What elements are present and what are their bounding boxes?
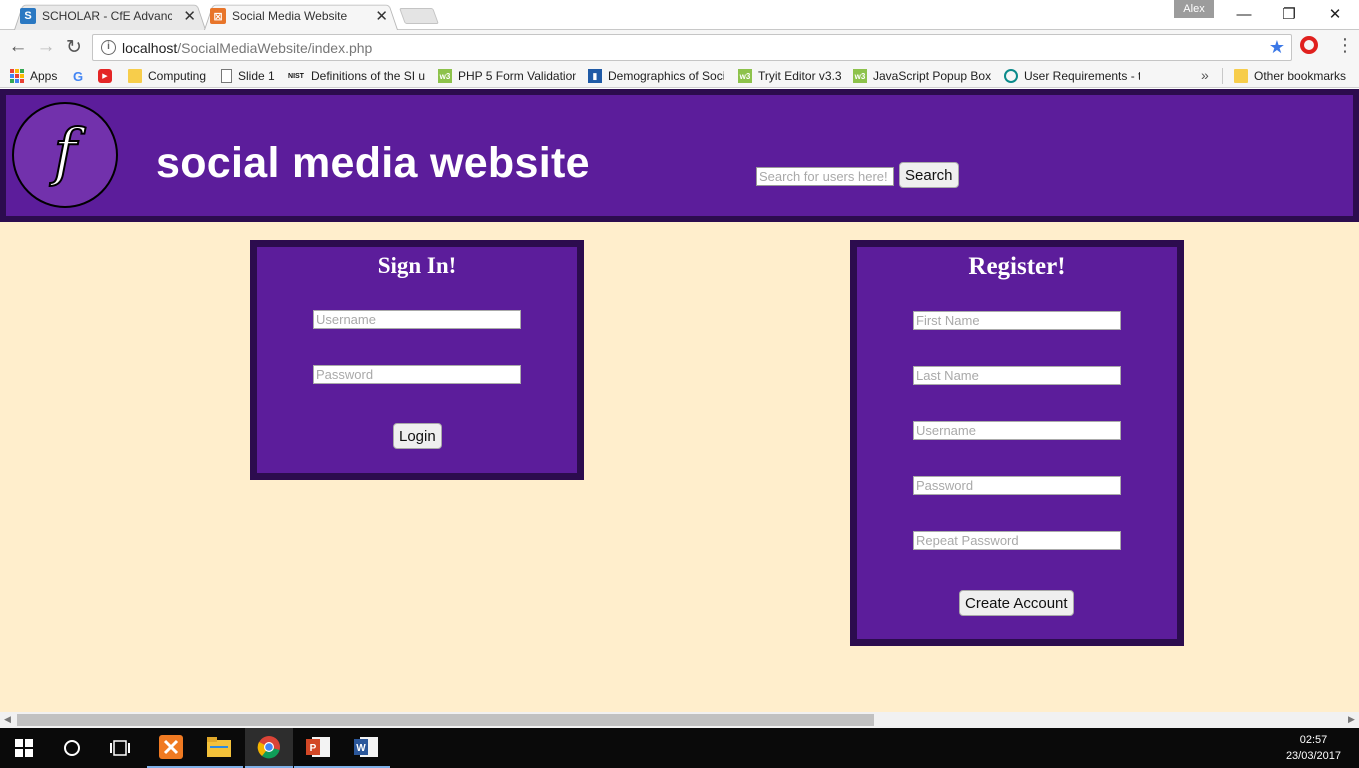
opera-extension-icon[interactable] (1300, 36, 1318, 54)
apps-icon (10, 69, 24, 83)
xampp-taskbar-icon[interactable] (147, 728, 195, 768)
login-button[interactable]: Login (393, 423, 442, 449)
create-account-button[interactable]: Create Account (959, 590, 1074, 616)
repeat-password-input[interactable] (913, 531, 1121, 550)
horizontal-scrollbar[interactable]: ◀ ▶ (0, 712, 1359, 728)
file-explorer-icon[interactable] (195, 728, 243, 768)
tab-title: Social Media Website (232, 9, 348, 23)
site-title: social media website (156, 139, 590, 187)
bookmark-slide-1[interactable]: Slide 1 (221, 67, 275, 85)
first-name-input[interactable] (913, 311, 1121, 330)
w3schools-icon: w3 (438, 69, 452, 83)
last-name-input[interactable] (913, 366, 1121, 385)
chart-icon: ▮ (588, 69, 602, 83)
svg-text:W: W (356, 743, 366, 754)
browser-toolbar: ← → ↻ i localhost/SocialMediaWebsite/ind… (0, 30, 1359, 64)
clock-date: 23/03/2017 (1285, 750, 1341, 762)
search-circle-icon[interactable] (48, 728, 96, 768)
powerpoint-taskbar-icon[interactable]: P (294, 728, 342, 768)
svg-text:P: P (310, 743, 317, 754)
search-button[interactable]: Search (899, 162, 959, 188)
google-icon: G (72, 68, 84, 84)
w3schools-icon: w3 (738, 69, 752, 83)
xampp-favicon-icon: ⊠ (210, 8, 226, 24)
signin-username-input[interactable] (313, 310, 521, 329)
bookmark-google[interactable]: G (71, 67, 91, 85)
new-tab-button[interactable] (399, 8, 439, 24)
bookmark-php-form[interactable]: w3 PHP 5 Form Validation (438, 67, 576, 85)
back-arrow-icon[interactable]: ← (6, 35, 30, 59)
register-title: Register! (968, 253, 1066, 280)
url-text[interactable]: localhost/SocialMediaWebsite/index.php (122, 40, 372, 56)
scroll-right-icon[interactable]: ▶ (1348, 714, 1355, 725)
word-taskbar-icon[interactable]: W (342, 728, 390, 768)
address-bar[interactable]: i localhost/SocialMediaWebsite/index.php… (92, 34, 1292, 61)
chrome-taskbar-icon[interactable] (245, 728, 293, 768)
scroll-left-icon[interactable]: ◀ (4, 714, 11, 725)
signin-password-input[interactable] (313, 365, 521, 384)
bookmarks-bar: Apps G ▶ Computing Slide 1 NIST Definitio… (0, 64, 1359, 88)
signin-panel: Sign In! Login (250, 240, 584, 480)
close-tab-icon[interactable]: ✕ (375, 7, 388, 25)
windows-taskbar: P W 02:57 23/03/2017 (0, 728, 1359, 768)
register-username-input[interactable] (913, 421, 1121, 440)
site-header: f social media website Search (0, 89, 1359, 222)
bookmark-tryit-editor[interactable]: w3 Tryit Editor v3.3 (738, 67, 842, 85)
w3schools-icon: w3 (853, 69, 867, 83)
other-bookmarks[interactable]: Other bookmarks (1234, 67, 1346, 85)
scrollbar-thumb[interactable] (17, 714, 874, 726)
menu-kebab-icon[interactable]: ⋮ (1336, 35, 1354, 56)
slideshare-icon (1004, 69, 1018, 83)
page-viewport: f social media website Search Sign In! L… (0, 89, 1359, 712)
youtube-icon: ▶ (98, 69, 112, 83)
page-icon (221, 69, 232, 83)
system-clock[interactable]: 02:57 23/03/2017 (1286, 732, 1341, 764)
logo-letter: f (53, 115, 78, 188)
windows-start-icon[interactable] (0, 728, 48, 768)
site-logo[interactable]: f (12, 102, 118, 208)
bookmark-user-requirements[interactable]: User Requirements - t (1004, 67, 1140, 85)
clock-time: 02:57 (1299, 734, 1328, 746)
user-search-input[interactable] (756, 167, 894, 186)
forward-arrow-icon[interactable]: → (34, 35, 58, 59)
bookmark-js-popup[interactable]: w3 JavaScript Popup Boxe (853, 67, 991, 85)
scholar-favicon-icon: S (20, 8, 36, 24)
more-bookmarks-chevron-icon[interactable]: » (1201, 67, 1209, 83)
info-icon[interactable]: i (101, 40, 116, 55)
bookmark-si-units[interactable]: NIST Definitions of the SI u (287, 67, 425, 85)
tab-social-media-website[interactable]: ⊠ Social Media Website ✕ (204, 2, 398, 30)
signin-title: Sign In! (377, 253, 457, 278)
folder-icon (1234, 69, 1248, 83)
bookmark-computing[interactable]: Computing (128, 67, 206, 85)
browser-tab-strip: S SCHOLAR - CfE Advanced ✕ ⊠ Social Medi… (0, 0, 1359, 30)
tab-title: SCHOLAR - CfE Advanced (42, 9, 172, 23)
register-panel: Register! Create Account (850, 240, 1184, 646)
bookmarks-divider (1222, 68, 1223, 84)
bookmark-youtube[interactable]: ▶ (98, 67, 118, 85)
folder-icon (128, 69, 142, 83)
register-password-input[interactable] (913, 476, 1121, 495)
bookmark-apps[interactable]: Apps (10, 67, 57, 85)
bookmark-star-icon[interactable]: ★ (1269, 37, 1285, 58)
bookmark-demographics[interactable]: ▮ Demographics of Soci (588, 67, 724, 85)
nist-icon: NIST (288, 72, 304, 80)
reload-icon[interactable]: ↻ (62, 35, 86, 59)
task-view-icon[interactable] (96, 728, 144, 768)
profile-badge[interactable]: Alex (1174, 0, 1214, 18)
tab-scholar[interactable]: S SCHOLAR - CfE Advanced ✕ (14, 2, 206, 30)
close-tab-icon[interactable]: ✕ (183, 7, 196, 25)
minimize-icon[interactable]: — (1221, 0, 1267, 28)
window-close-icon[interactable]: ✕ (1312, 0, 1358, 28)
restore-icon[interactable]: ❐ (1266, 0, 1312, 28)
